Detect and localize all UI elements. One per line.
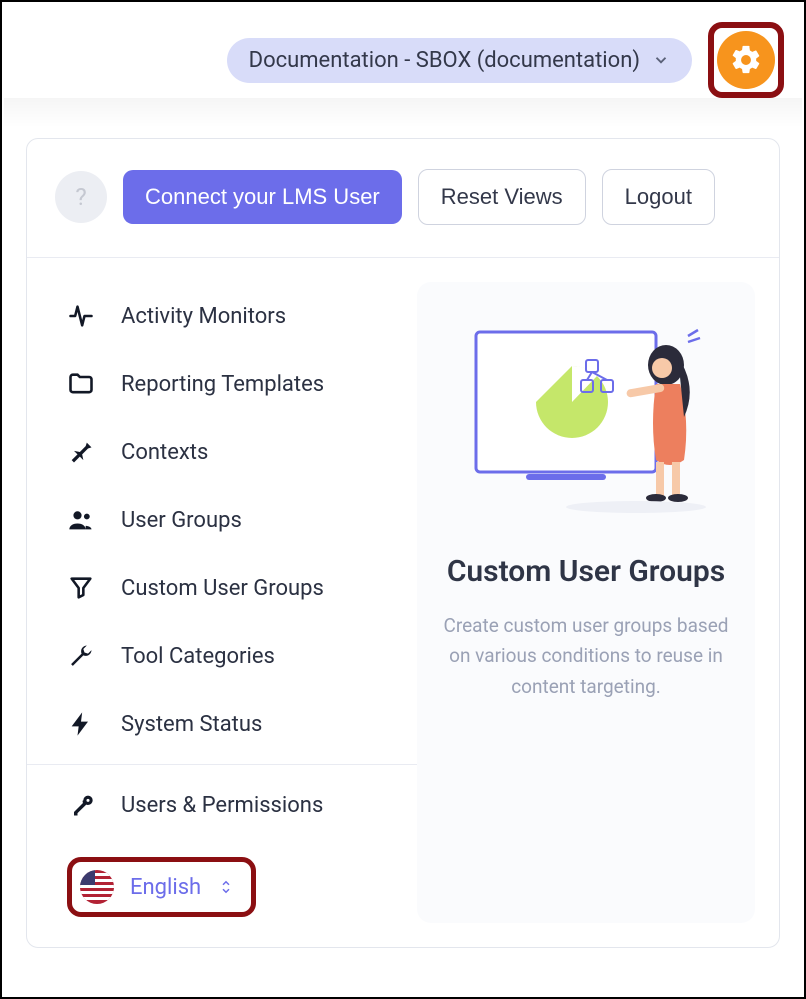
key-icon xyxy=(67,791,95,819)
us-flag-icon xyxy=(80,870,114,904)
nav-label: Custom User Groups xyxy=(121,576,324,601)
nav-reporting-templates[interactable]: Reporting Templates xyxy=(27,350,417,418)
feature-card: Custom User Groups Create custom user gr… xyxy=(417,282,755,923)
feature-description: Create custom user groups based on vario… xyxy=(441,611,731,702)
main-panel: ? Connect your LMS User Reset Views Logo… xyxy=(26,138,780,948)
wrench-icon xyxy=(67,642,95,670)
nav-label: Contexts xyxy=(121,440,208,465)
action-bar: ? Connect your LMS User Reset Views Logo… xyxy=(27,139,779,258)
settings-highlight-box xyxy=(708,22,784,98)
logout-button[interactable]: Logout xyxy=(602,169,715,225)
nav-label: Users & Permissions xyxy=(121,793,323,818)
help-icon: ? xyxy=(75,183,86,211)
help-button[interactable]: ? xyxy=(55,171,107,223)
funnel-icon xyxy=(67,574,95,602)
nav-label: System Status xyxy=(121,712,262,737)
nav-label: Activity Monitors xyxy=(121,304,286,329)
folder-icon xyxy=(67,370,95,398)
nav-tool-categories[interactable]: Tool Categories xyxy=(27,622,417,690)
feature-title: Custom User Groups xyxy=(447,552,725,591)
nav-activity-monitors[interactable]: Activity Monitors xyxy=(27,282,417,350)
context-selector-label: Documentation - SBOX (documentation) xyxy=(249,48,640,73)
reset-views-button[interactable]: Reset Views xyxy=(418,169,586,225)
context-selector[interactable]: Documentation - SBOX (documentation) xyxy=(227,38,692,83)
nav-system-status[interactable]: System Status xyxy=(27,690,417,758)
connect-lms-button[interactable]: Connect your LMS User xyxy=(123,170,402,224)
activity-icon xyxy=(67,302,95,330)
nav-user-groups[interactable]: User Groups xyxy=(27,486,417,554)
chevron-down-icon xyxy=(652,51,670,69)
nav-users-permissions[interactable]: Users & Permissions xyxy=(27,771,417,839)
users-icon xyxy=(67,506,95,534)
nav-label: Reporting Templates xyxy=(121,372,324,397)
bolt-icon xyxy=(67,710,95,738)
sort-icon xyxy=(217,878,235,896)
nav-contexts[interactable]: Contexts xyxy=(27,418,417,486)
nav-label: User Groups xyxy=(121,508,242,533)
sidebar-divider xyxy=(27,764,417,765)
language-highlight-box: English xyxy=(67,857,256,917)
feature-illustration xyxy=(456,322,716,522)
nav-custom-user-groups[interactable]: Custom User Groups xyxy=(27,554,417,622)
language-selector[interactable]: English xyxy=(130,875,201,900)
nav-label: Tool Categories xyxy=(121,644,275,669)
gear-icon xyxy=(729,43,763,77)
pin-icon xyxy=(67,438,95,466)
settings-button[interactable] xyxy=(717,31,775,89)
settings-sidebar: Activity Monitors Reporting Templates Co… xyxy=(27,258,417,947)
